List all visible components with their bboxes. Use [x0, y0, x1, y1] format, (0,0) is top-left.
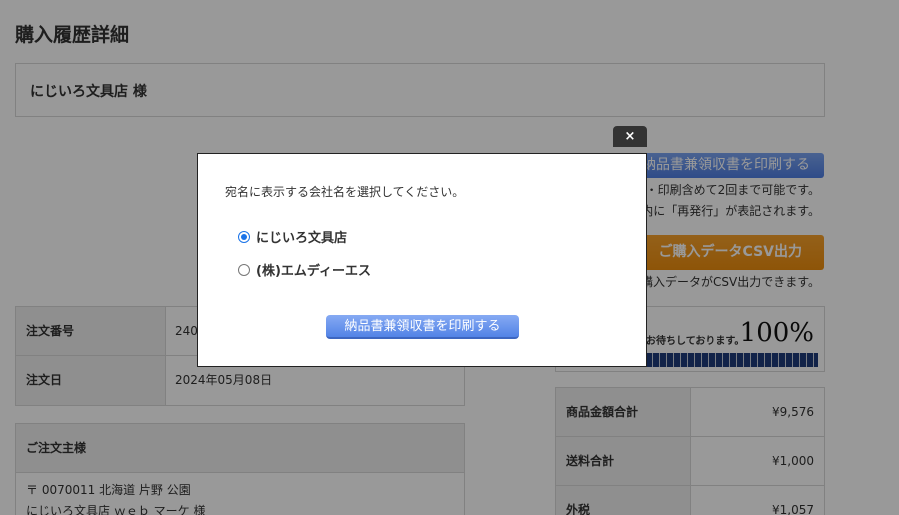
close-icon[interactable]: × [613, 126, 647, 147]
radio-button[interactable] [238, 263, 250, 276]
radio-option-label: にじいろ文具店 [256, 231, 348, 246]
radio-option-mds[interactable]: (株)エムディーエス [238, 260, 371, 279]
radio-button-selected[interactable] [238, 230, 250, 243]
addressee-select-dialog: 宛名に表示する会社名を選択してください。 にじいろ文具店 (株)エムディーエス … [197, 153, 647, 367]
dialog-print-button[interactable]: 納品書兼領収書を印刷する [326, 315, 519, 339]
radio-option-nijiiro[interactable]: にじいろ文具店 [238, 227, 347, 246]
radio-option-label: (株)エムディーエス [256, 264, 371, 279]
dialog-prompt: 宛名に表示する会社名を選択してください。 [225, 185, 465, 199]
